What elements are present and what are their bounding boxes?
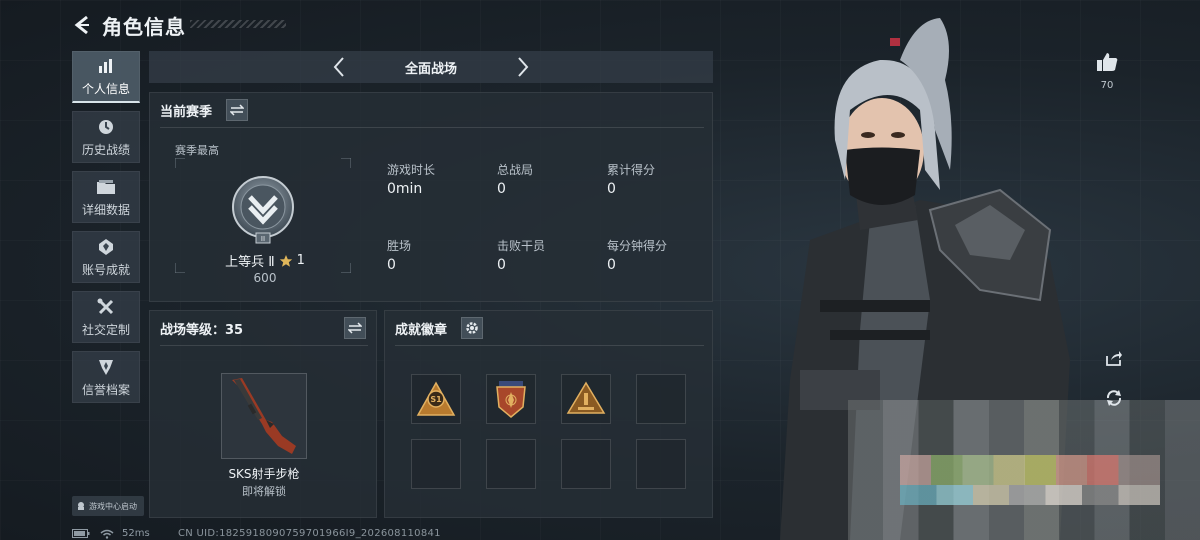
share-button[interactable] — [1102, 346, 1126, 370]
mode-selector: 全面战场 — [149, 51, 713, 83]
ping-text: 52ms — [122, 528, 150, 539]
shield-icon — [96, 357, 116, 377]
battery-icon — [72, 529, 90, 538]
mode-prev-button[interactable] — [327, 55, 351, 79]
bar-chart-icon — [96, 56, 116, 76]
badge-slot-6[interactable] — [486, 439, 536, 489]
stat-label-playtime: 游戏时长 — [387, 163, 436, 177]
weapon-name: SKS射手步枪 — [228, 467, 300, 481]
rank-score: 600 — [253, 271, 277, 285]
svg-text:S1: S1 — [430, 395, 442, 404]
nav-item-details[interactable]: 详细数据 — [72, 171, 140, 223]
achievements-settings-button[interactable] — [461, 317, 483, 339]
nav-item-history[interactable]: 历史战绩 — [72, 111, 140, 163]
character-model — [740, 0, 1200, 540]
title-decoration — [190, 20, 286, 28]
nav-label: 详细数据 — [81, 202, 130, 217]
pixelated-color-band-2 — [900, 485, 1160, 505]
weapon-slot[interactable] — [221, 373, 307, 459]
badge-slot-5[interactable] — [411, 439, 461, 489]
battlefield-level-title: 战场等级：35 — [160, 323, 244, 338]
stat-label-total-matches: 总战局 — [497, 163, 534, 177]
chevron-right-icon — [518, 57, 529, 77]
stat-label-wins: 胜场 — [387, 239, 412, 253]
share-icon — [1106, 351, 1122, 366]
stat-label-score-per-minute: 每分钟得分 — [607, 239, 668, 253]
season-switch-button[interactable] — [226, 99, 248, 121]
thumbs-up-icon — [1097, 53, 1118, 71]
season-panel: 当前赛季 赛季最高 II 上等兵 Ⅱ 1 600 游戏时长 0min 总战局 0… — [149, 92, 713, 302]
badge-slot-1[interactable]: S1 — [411, 374, 461, 424]
medal-icon — [96, 237, 116, 257]
nav-item-personal-info[interactable]: 个人信息 — [72, 51, 140, 103]
stat-value-total-matches: 0 — [497, 181, 506, 197]
nav-label: 社交定制 — [81, 322, 130, 337]
achievements-panel: 成就徽章 S1 — [384, 310, 713, 518]
nav-label: 信誉档案 — [81, 382, 130, 397]
game-center-label: 游戏中心启动 — [89, 501, 137, 511]
back-arrow-icon — [74, 15, 89, 35]
nav-label: 账号成就 — [81, 262, 130, 277]
mode-next-button[interactable] — [511, 55, 535, 79]
shield-star-badge-icon — [496, 381, 526, 418]
badge-slot-4[interactable] — [636, 374, 686, 424]
battlefield-panel: 战场等级：35 SKS射手步枪 即将解锁 — [149, 310, 377, 518]
pixelated-color-band — [900, 455, 1160, 485]
game-center-icon — [78, 502, 84, 510]
triangle-badge-icon — [566, 381, 606, 414]
like-count: 70 — [1100, 80, 1114, 91]
season-title: 当前赛季 — [160, 105, 213, 120]
stat-label-kills: 击败干员 — [497, 239, 546, 253]
battlefield-switch-button[interactable] — [344, 317, 366, 339]
season-best-label: 赛季最高 — [175, 144, 219, 157]
rifle-icon — [232, 378, 296, 454]
rank-stars: 1 — [296, 253, 305, 268]
stat-value-kills: 0 — [497, 257, 506, 273]
badge-slot-3[interactable] — [561, 374, 611, 424]
back-button[interactable] — [70, 10, 94, 40]
svg-text:II: II — [261, 235, 265, 243]
nav-label: 个人信息 — [81, 82, 130, 96]
stat-value-score-per-minute: 0 — [607, 257, 616, 273]
mode-title: 全面战场 — [404, 61, 457, 77]
clock-icon — [96, 117, 116, 137]
divider — [160, 127, 704, 128]
stat-value-wins: 0 — [387, 257, 396, 273]
side-nav: 个人信息 历史战绩 详细数据 账号成就 社交定制 信誉档案 — [72, 51, 140, 411]
folder-icon — [96, 177, 116, 197]
refresh-button[interactable] — [1102, 386, 1126, 410]
nav-label: 历史战绩 — [81, 142, 130, 157]
nav-item-credit[interactable]: 信誉档案 — [72, 351, 140, 403]
divider — [160, 345, 368, 346]
refresh-icon — [1106, 390, 1122, 406]
page-title: 角色信息 — [102, 14, 186, 39]
weapon-status: 即将解锁 — [242, 485, 286, 498]
wifi-icon — [100, 529, 114, 539]
gear-icon — [466, 322, 478, 334]
stat-value-playtime: 0min — [387, 181, 423, 197]
status-bar: 52ms — [72, 528, 150, 539]
badge-slot-8[interactable] — [636, 439, 686, 489]
rank-emblem-icon: II — [232, 176, 294, 244]
s1-badge-icon: S1 — [416, 381, 456, 416]
badge-slot-2[interactable] — [486, 374, 536, 424]
badge-slot-7[interactable] — [561, 439, 611, 489]
nav-item-achievements[interactable]: 账号成就 — [72, 231, 140, 283]
game-center-badge[interactable]: 游戏中心启动 — [72, 496, 144, 516]
rank-info: 上等兵 Ⅱ 1 — [220, 251, 310, 270]
swap-icon — [348, 322, 362, 334]
header: 角色信息 — [70, 8, 186, 42]
chevron-left-icon — [333, 57, 344, 77]
uid-text: CN UID:1825918090759701966I9_20260811084… — [178, 528, 441, 539]
rank-name: 上等兵 Ⅱ — [225, 255, 275, 270]
swap-icon — [230, 104, 244, 116]
tools-icon — [96, 297, 116, 317]
divider — [395, 345, 704, 346]
stat-label-total-score: 累计得分 — [607, 163, 656, 177]
star-icon — [279, 254, 292, 267]
achievements-title: 成就徽章 — [395, 323, 448, 338]
like-button[interactable] — [1094, 50, 1120, 74]
stat-value-total-score: 0 — [607, 181, 616, 197]
nav-item-social[interactable]: 社交定制 — [72, 291, 140, 343]
